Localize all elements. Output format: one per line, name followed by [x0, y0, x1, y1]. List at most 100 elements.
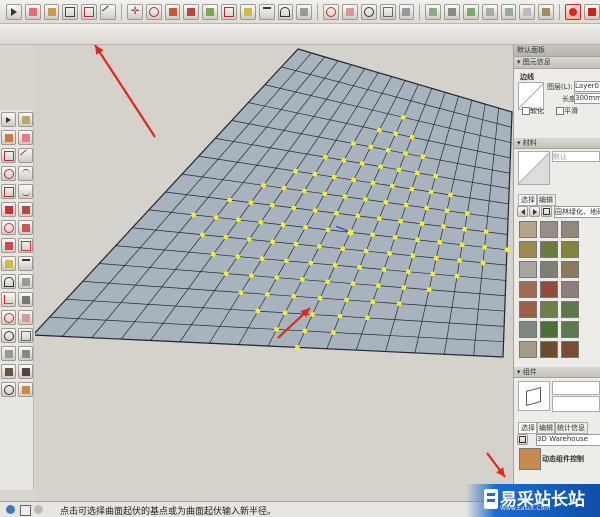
paint-icon[interactable]: [1, 130, 16, 145]
freehand-icon[interactable]: [18, 184, 33, 199]
ruby-console-icon[interactable]: [565, 3, 581, 20]
rectangle-icon[interactable]: [81, 3, 98, 20]
component-icon[interactable]: [18, 112, 33, 127]
axes-icon[interactable]: [1, 292, 16, 307]
position-camera-icon[interactable]: [1, 364, 16, 379]
back-icon[interactable]: [517, 206, 528, 217]
zoom-icon[interactable]: [360, 3, 377, 20]
component-description-field[interactable]: [552, 396, 600, 412]
components-tab-select[interactable]: 选择: [518, 422, 538, 434]
text-tool-icon[interactable]: [18, 274, 33, 289]
select-tool-icon[interactable]: [6, 3, 22, 20]
line-icon[interactable]: [100, 3, 116, 20]
help-icon[interactable]: [34, 505, 43, 514]
soften-checkbox[interactable]: [522, 107, 530, 115]
material-swatch[interactable]: [540, 281, 558, 298]
scale-tool-icon[interactable]: [1, 238, 16, 253]
pan-tool-icon[interactable]: [18, 310, 33, 325]
push-pull-icon[interactable]: [183, 3, 200, 20]
components-header[interactable]: ▾ 组件: [514, 367, 600, 378]
orbit-tool-icon[interactable]: [1, 310, 16, 325]
zoom-window-icon[interactable]: [379, 3, 396, 20]
protractor-tool-icon[interactable]: [1, 274, 16, 289]
section-plane-icon[interactable]: [18, 382, 33, 397]
model-viewport[interactable]: [35, 45, 513, 501]
tape-tool-icon[interactable]: [1, 256, 16, 271]
warehouse-search-field[interactable]: 3D Warehouse: [536, 434, 600, 446]
zoom-window-tool-icon[interactable]: [18, 328, 33, 343]
dimension-tool-icon[interactable]: [18, 256, 33, 271]
scale-icon[interactable]: [164, 3, 181, 20]
follow-me-icon[interactable]: [202, 3, 219, 20]
drape-icon[interactable]: [500, 3, 517, 20]
components-home-icon[interactable]: [517, 434, 528, 445]
circle-icon[interactable]: [1, 166, 16, 181]
protractor-icon[interactable]: [277, 3, 294, 20]
component-name-field[interactable]: [552, 381, 600, 395]
make-component-icon[interactable]: [62, 3, 79, 20]
components-tab-edit[interactable]: 编辑: [536, 422, 556, 434]
material-swatch[interactable]: [540, 261, 558, 278]
arc-icon[interactable]: [18, 166, 33, 181]
material-swatch[interactable]: [519, 261, 537, 278]
previous-view-icon[interactable]: [18, 346, 33, 361]
move-tool-icon[interactable]: [1, 202, 16, 217]
polygon-icon[interactable]: [1, 184, 16, 199]
sandbox-from-scratch-icon[interactable]: [444, 3, 460, 20]
home-library-icon[interactable]: [541, 206, 552, 217]
material-swatch[interactable]: [519, 241, 537, 258]
material-swatch[interactable]: [540, 241, 558, 258]
zoom-extents-icon[interactable]: [398, 3, 415, 20]
line-tool-icon[interactable]: [18, 148, 33, 163]
3d-text-icon[interactable]: [18, 292, 33, 307]
paint-bucket-icon[interactable]: [43, 3, 60, 20]
materials-tab-select[interactable]: 选择: [518, 194, 538, 206]
rotate-icon[interactable]: [145, 3, 162, 20]
zoom-tool-icon[interactable]: [1, 328, 16, 343]
material-swatch[interactable]: [519, 281, 537, 298]
pan-icon[interactable]: [342, 3, 358, 20]
offset-tool-icon[interactable]: [18, 238, 33, 253]
add-detail-icon[interactable]: [519, 3, 536, 20]
material-swatch[interactable]: [519, 301, 537, 318]
material-swatch[interactable]: [540, 221, 558, 238]
offset-icon[interactable]: [221, 3, 237, 20]
material-swatch[interactable]: [561, 221, 579, 238]
smoove-icon[interactable]: [463, 3, 479, 20]
walk-icon[interactable]: [18, 364, 33, 379]
material-name-field[interactable]: 默认: [552, 151, 600, 162]
terrain-grid[interactable]: [35, 45, 513, 501]
material-swatch[interactable]: [519, 221, 537, 238]
look-around-icon[interactable]: [1, 382, 16, 397]
dynamic-component-label[interactable]: 动态组件控制: [542, 454, 584, 464]
sandbox-from-contours-icon[interactable]: [425, 3, 442, 20]
forward-icon[interactable]: [529, 206, 540, 217]
material-swatch[interactable]: [540, 341, 558, 358]
material-swatch[interactable]: [540, 321, 558, 338]
push-pull-tool-icon[interactable]: [18, 202, 33, 217]
material-swatch[interactable]: [561, 281, 579, 298]
material-swatch[interactable]: [519, 321, 537, 338]
material-swatch[interactable]: [561, 321, 579, 338]
eraser-tool-icon[interactable]: [18, 130, 33, 145]
material-swatch[interactable]: [561, 341, 579, 358]
dimension-icon[interactable]: [258, 3, 275, 20]
tape-measure-icon[interactable]: [239, 3, 256, 20]
orbit-icon[interactable]: [323, 3, 340, 20]
materials-tab-edit[interactable]: 编辑: [536, 194, 556, 206]
material-swatch[interactable]: [540, 301, 558, 318]
eraser-icon[interactable]: [24, 3, 41, 20]
extension-icon[interactable]: [583, 3, 600, 20]
components-tab-stats[interactable]: 统计信息: [554, 422, 588, 434]
move-icon[interactable]: ✛: [126, 3, 143, 20]
layer-field[interactable]: Layer0: [574, 81, 600, 92]
rectangle-tool-icon[interactable]: [1, 148, 16, 163]
material-swatch[interactable]: [561, 261, 579, 278]
entity-info-header[interactable]: ▾ 图元信息: [514, 57, 600, 69]
follow-me-tool-icon[interactable]: [18, 220, 33, 235]
material-swatch[interactable]: [561, 241, 579, 258]
text-icon[interactable]: [296, 3, 313, 20]
select-icon[interactable]: [1, 112, 16, 127]
materials-header[interactable]: ▾ 材料: [514, 138, 600, 149]
material-library-select[interactable]: 园林绿化、地砖: [554, 206, 600, 218]
